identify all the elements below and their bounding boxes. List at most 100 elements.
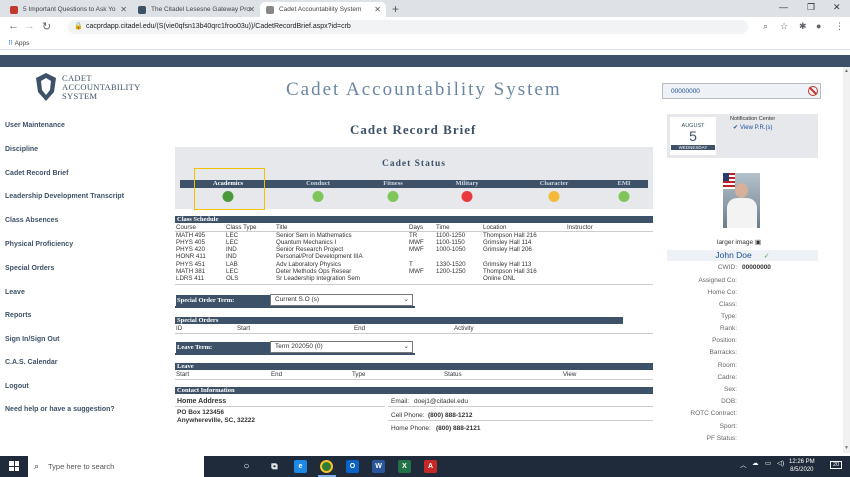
acrobat-icon[interactable]: A <box>424 460 437 473</box>
sidebar-item-logout[interactable]: Logout <box>5 383 29 390</box>
chrome-icon[interactable] <box>320 460 333 473</box>
word-icon[interactable]: W <box>372 460 385 473</box>
sidebar-item-help[interactable]: Need help or have a suggestion? <box>5 406 115 413</box>
forward-icon[interactable]: → <box>24 20 35 32</box>
app-title: Cadet Accountability System <box>286 79 562 100</box>
table-row[interactable]: HONR 411 IND Personal/Prof Development I… <box>176 253 654 260</box>
cell-time: 1330-1520 <box>436 261 466 268</box>
special-order-term-select[interactable]: Current S.O (s) ⌄ <box>270 294 413 306</box>
edge-icon[interactable]: e <box>294 460 307 473</box>
tray-chevron-icon[interactable]: ︿ <box>740 459 747 469</box>
col-days: Days <box>409 224 424 231</box>
onedrive-icon[interactable]: ☁ <box>752 459 759 467</box>
address-line-1: PO Box 123456 <box>177 409 224 416</box>
windows-start-icon[interactable] <box>9 461 19 471</box>
browser-tab-2[interactable]: The Citadel Lesesne Gateway Pro ✕ <box>132 2 260 17</box>
schedule-header-row: Course Class Type Title Days Time Locati… <box>176 224 654 231</box>
sidebar-item-discipline[interactable]: Discipline <box>5 146 38 153</box>
address-bar[interactable]: 🔒 cacprdapp.citadel.edu/(S(vie0qfsn13b40… <box>68 20 748 34</box>
restore-icon[interactable]: ❐ <box>807 2 815 13</box>
sidebar-item-calendar[interactable]: C.A.S. Calendar <box>5 359 58 366</box>
menu-icon[interactable]: ⋮ <box>835 21 844 32</box>
outlook-icon[interactable]: O <box>346 460 359 473</box>
action-center-icon[interactable]: 20 <box>830 461 843 469</box>
status-label-fitness[interactable]: Fitness <box>383 180 403 188</box>
apps-bookmark[interactable]: Apps <box>15 40 30 47</box>
status-label-emi[interactable]: EMI <box>618 180 631 188</box>
sidebar-item-sign-in-out[interactable]: Sign In/Sign Out <box>5 336 59 343</box>
sidebar-item-user-maintenance[interactable]: User Maintenance <box>5 122 65 129</box>
excel-icon[interactable]: X <box>398 460 411 473</box>
status-indicator-conduct[interactable] <box>312 191 324 202</box>
star-icon[interactable]: ☆ <box>780 21 788 32</box>
close-tab-icon[interactable]: ✕ <box>120 5 127 14</box>
back-icon[interactable]: ← <box>8 20 19 32</box>
close-window-icon[interactable]: ✕ <box>833 2 841 13</box>
extensions-icon[interactable]: ✱ <box>799 21 807 32</box>
minimize-icon[interactable]: — <box>779 2 788 12</box>
taskbar-clock[interactable]: 12:26 PM 8/5/2020 <box>789 458 815 474</box>
table-row[interactable]: PHYS 420 IND Senior Research Project MWF… <box>176 246 654 253</box>
status-label-character[interactable]: Character <box>540 180 569 188</box>
sidebar-item-class-absences[interactable]: Class Absences <box>5 217 58 224</box>
status-indicator-fitness[interactable] <box>387 191 399 202</box>
close-tab-icon[interactable]: ✕ <box>248 5 255 14</box>
sidebar-item-leadership-transcript[interactable]: Leadership Development Transcript <box>5 193 124 200</box>
profile-icon[interactable]: ● <box>816 21 821 31</box>
status-indicator-emi[interactable] <box>618 191 630 202</box>
leave-term-select[interactable]: Term 202050 (0) ⌄ <box>270 341 413 353</box>
sidebar-item-special-orders[interactable]: Special Orders <box>5 265 54 272</box>
divider <box>175 333 653 334</box>
sidebar-item-physical-proficiency[interactable]: Physical Proficiency <box>5 241 73 248</box>
field-label-assigned-co: Assigned Co: <box>698 277 737 284</box>
page-scrollbar[interactable]: ▲ ▼ <box>843 67 850 453</box>
field-label-home-co: Home Co: <box>707 289 737 296</box>
cell-course: PHYS 420 <box>176 246 205 253</box>
scroll-down-icon[interactable]: ▼ <box>844 445 849 451</box>
table-row[interactable]: MATH 381 LEC Deter Methods Ops Resear MW… <box>176 268 654 275</box>
network-icon[interactable]: ▭ <box>765 459 771 467</box>
status-label-military[interactable]: Military <box>455 180 478 188</box>
cell-location: Thompson Hall 216 <box>483 232 537 239</box>
view-pr-link[interactable]: ✔ View P.R.(s) <box>733 124 773 131</box>
sidebar-item-cadet-record-brief[interactable]: Cadet Record Brief <box>5 170 68 177</box>
volume-icon[interactable]: ◁) <box>777 459 784 467</box>
browser-tab-1[interactable]: 5 Important Questions to Ask Yo ✕ <box>4 2 132 17</box>
table-row[interactable]: LDRS 411 OLS Sr Leadership Integration S… <box>176 275 654 282</box>
table-row[interactable]: PHYS 405 LEC Quantum Mechanics I MWF 110… <box>176 239 654 246</box>
scroll-up-icon[interactable]: ▲ <box>844 68 849 74</box>
site-logo[interactable]: CADET ACCOUNTABILITY SYSTEM <box>34 72 141 102</box>
task-view-icon[interactable]: ⧉ <box>268 460 281 473</box>
larger-image-link[interactable]: larger image ▣ <box>717 238 761 246</box>
browser-toolbar: ← → ↻ 🔒 cacprdapp.citadel.edu/(S(vie0qfs… <box>0 17 850 37</box>
cortana-icon[interactable]: ○ <box>240 460 253 473</box>
reload-icon[interactable]: ↻ <box>42 20 51 33</box>
col-activity: Activity <box>454 325 474 332</box>
sidebar-item-leave[interactable]: Leave <box>5 289 25 296</box>
photo-head <box>735 183 748 198</box>
cell-course: HONR 411 <box>176 253 206 260</box>
cell-course: MATH 381 <box>176 268 206 275</box>
taskbar-search-box[interactable]: ⌕ Type here to search <box>28 456 204 477</box>
status-indicator-character[interactable] <box>548 191 560 202</box>
email-value[interactable]: doej1@citadel.edu <box>414 398 468 405</box>
status-indicator-military[interactable] <box>461 191 473 202</box>
email-label: Email: <box>391 398 410 405</box>
browser-tab-strip: 5 Important Questions to Ask Yo ✕ The Ci… <box>0 0 850 17</box>
close-tab-icon[interactable]: ✕ <box>374 5 381 14</box>
new-tab-button[interactable]: + <box>392 2 399 16</box>
sidebar-item-reports[interactable]: Reports <box>5 312 31 319</box>
no-entry-icon[interactable] <box>808 86 818 96</box>
search-icon[interactable]: ⌕ <box>763 21 768 32</box>
cadet-photo[interactable] <box>723 173 760 228</box>
lock-icon: 🔒 <box>74 23 83 30</box>
page-title: Cadet Record Brief <box>350 122 477 137</box>
tab-title: Cadet Accountability System <box>279 6 362 13</box>
table-row[interactable]: MATH 495 LEC Senior Sem in Mathematics T… <box>176 232 654 239</box>
clock-date: 8/5/2020 <box>790 467 814 473</box>
status-label-conduct[interactable]: Conduct <box>306 180 330 188</box>
leave-header: Leave <box>175 363 653 370</box>
browser-tab-3-active[interactable]: Cadet Accountability System ✕ <box>260 2 386 17</box>
table-row[interactable]: PHYS 451 LAB Adv Laboratory Physics T 13… <box>176 261 654 268</box>
apps-icon[interactable]: ⠿ <box>8 40 13 47</box>
